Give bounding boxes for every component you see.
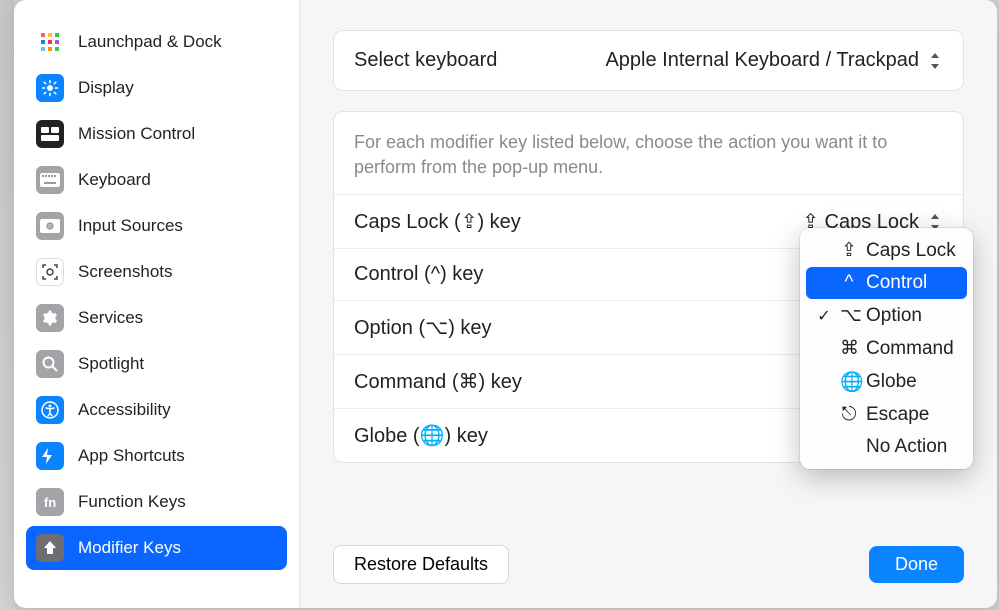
background-strip	[0, 0, 14, 610]
control-symbol-icon: ^	[840, 272, 858, 294]
dropdown-item-caps-lock[interactable]: ⇪ Caps Lock	[806, 234, 967, 267]
row-label: Command (⌘) key	[354, 369, 522, 394]
dropdown-item-label: Escape	[866, 404, 929, 426]
row-label: Globe (🌐) key	[354, 423, 488, 448]
function-keys-icon: fn	[36, 488, 64, 516]
sidebar-item-app-shortcuts[interactable]: App Shortcuts	[26, 434, 287, 478]
dropdown-item-no-action[interactable]: No Action	[806, 431, 967, 463]
launchpad-icon	[36, 28, 64, 56]
dropdown-item-label: Option	[866, 305, 922, 327]
modifier-keys-icon	[36, 534, 64, 562]
keyboard-select-row: Select keyboard Apple Internal Keyboard …	[334, 31, 963, 90]
check-icon: ✓	[816, 306, 832, 326]
sidebar-item-keyboard[interactable]: Keyboard	[26, 158, 287, 202]
settings-window: Launchpad & Dock Display Mission Control…	[14, 0, 997, 608]
globe-symbol-icon: 🌐	[840, 370, 858, 394]
content-area: Select keyboard Apple Internal Keyboard …	[300, 0, 997, 608]
dropdown-item-label: Command	[866, 338, 954, 360]
row-label: Control (^) key	[354, 263, 483, 286]
sidebar-item-modifier-keys[interactable]: Modifier Keys	[26, 526, 287, 570]
sidebar-item-label: Screenshots	[78, 262, 173, 282]
updown-icon	[927, 53, 943, 69]
sidebar-item-launchpad-dock[interactable]: Launchpad & Dock	[26, 20, 287, 64]
keyboard-select-panel: Select keyboard Apple Internal Keyboard …	[333, 30, 964, 91]
escape-symbol-icon: ⎋	[840, 404, 858, 426]
sidebar-item-input-sources[interactable]: Input Sources	[26, 204, 287, 248]
accessibility-icon	[36, 396, 64, 424]
keyboard-select-popup[interactable]: Apple Internal Keyboard / Trackpad	[605, 49, 943, 72]
description-text: For each modifier key listed below, choo…	[334, 112, 963, 195]
app-shortcuts-icon	[36, 442, 64, 470]
sidebar-item-label: Keyboard	[78, 170, 151, 190]
keyboard-icon	[36, 166, 64, 194]
input-sources-icon	[36, 212, 64, 240]
services-icon	[36, 304, 64, 332]
dropdown-item-option[interactable]: ✓ ⌥ Option	[806, 299, 967, 332]
dropdown-item-label: Caps Lock	[866, 240, 956, 262]
sidebar-item-spotlight[interactable]: Spotlight	[26, 342, 287, 386]
sidebar-item-label: Display	[78, 78, 134, 98]
sidebar-item-mission-control[interactable]: Mission Control	[26, 112, 287, 156]
dropdown-item-label: Globe	[866, 371, 917, 393]
sidebar-item-function-keys[interactable]: fn Function Keys	[26, 480, 287, 524]
footer: Restore Defaults Done	[300, 523, 997, 608]
keyboard-select-value: Apple Internal Keyboard / Trackpad	[605, 49, 919, 72]
display-icon	[36, 74, 64, 102]
dropdown-item-label: No Action	[866, 436, 947, 458]
sidebar: Launchpad & Dock Display Mission Control…	[14, 0, 300, 608]
row-label: Option (⌥) key	[354, 315, 492, 340]
row-label: Caps Lock (⇪) key	[354, 209, 521, 234]
dropdown-item-escape[interactable]: ⎋ Escape	[806, 399, 967, 431]
sidebar-item-display[interactable]: Display	[26, 66, 287, 110]
capslock-symbol-icon: ⇪	[840, 239, 858, 262]
sidebar-item-services[interactable]: Services	[26, 296, 287, 340]
done-button[interactable]: Done	[869, 546, 964, 583]
dropdown-item-command[interactable]: ⌘ Command	[806, 332, 967, 365]
sidebar-item-label: Mission Control	[78, 124, 195, 144]
keyboard-select-label: Select keyboard	[354, 49, 497, 72]
sidebar-item-label: App Shortcuts	[78, 446, 185, 466]
dropdown-item-control[interactable]: ^ Control	[806, 267, 967, 299]
command-symbol-icon: ⌘	[840, 337, 858, 360]
sidebar-item-screenshots[interactable]: Screenshots	[26, 250, 287, 294]
spotlight-icon	[36, 350, 64, 378]
modifier-dropdown-menu: ⇪ Caps Lock ^ Control ✓ ⌥ Option ⌘ Comma…	[800, 228, 973, 469]
screenshots-icon	[36, 258, 64, 286]
sidebar-item-label: Spotlight	[78, 354, 144, 374]
mission-control-icon	[36, 120, 64, 148]
sidebar-item-label: Accessibility	[78, 400, 171, 420]
dropdown-item-globe[interactable]: 🌐 Globe	[806, 365, 967, 399]
option-symbol-icon: ⌥	[840, 304, 858, 327]
restore-defaults-button[interactable]: Restore Defaults	[333, 545, 509, 584]
dropdown-item-label: Control	[866, 272, 927, 294]
sidebar-item-accessibility[interactable]: Accessibility	[26, 388, 287, 432]
sidebar-item-label: Services	[78, 308, 143, 328]
sidebar-item-label: Launchpad & Dock	[78, 32, 222, 52]
sidebar-item-label: Input Sources	[78, 216, 183, 236]
sidebar-item-label: Function Keys	[78, 492, 186, 512]
sidebar-item-label: Modifier Keys	[78, 538, 181, 558]
